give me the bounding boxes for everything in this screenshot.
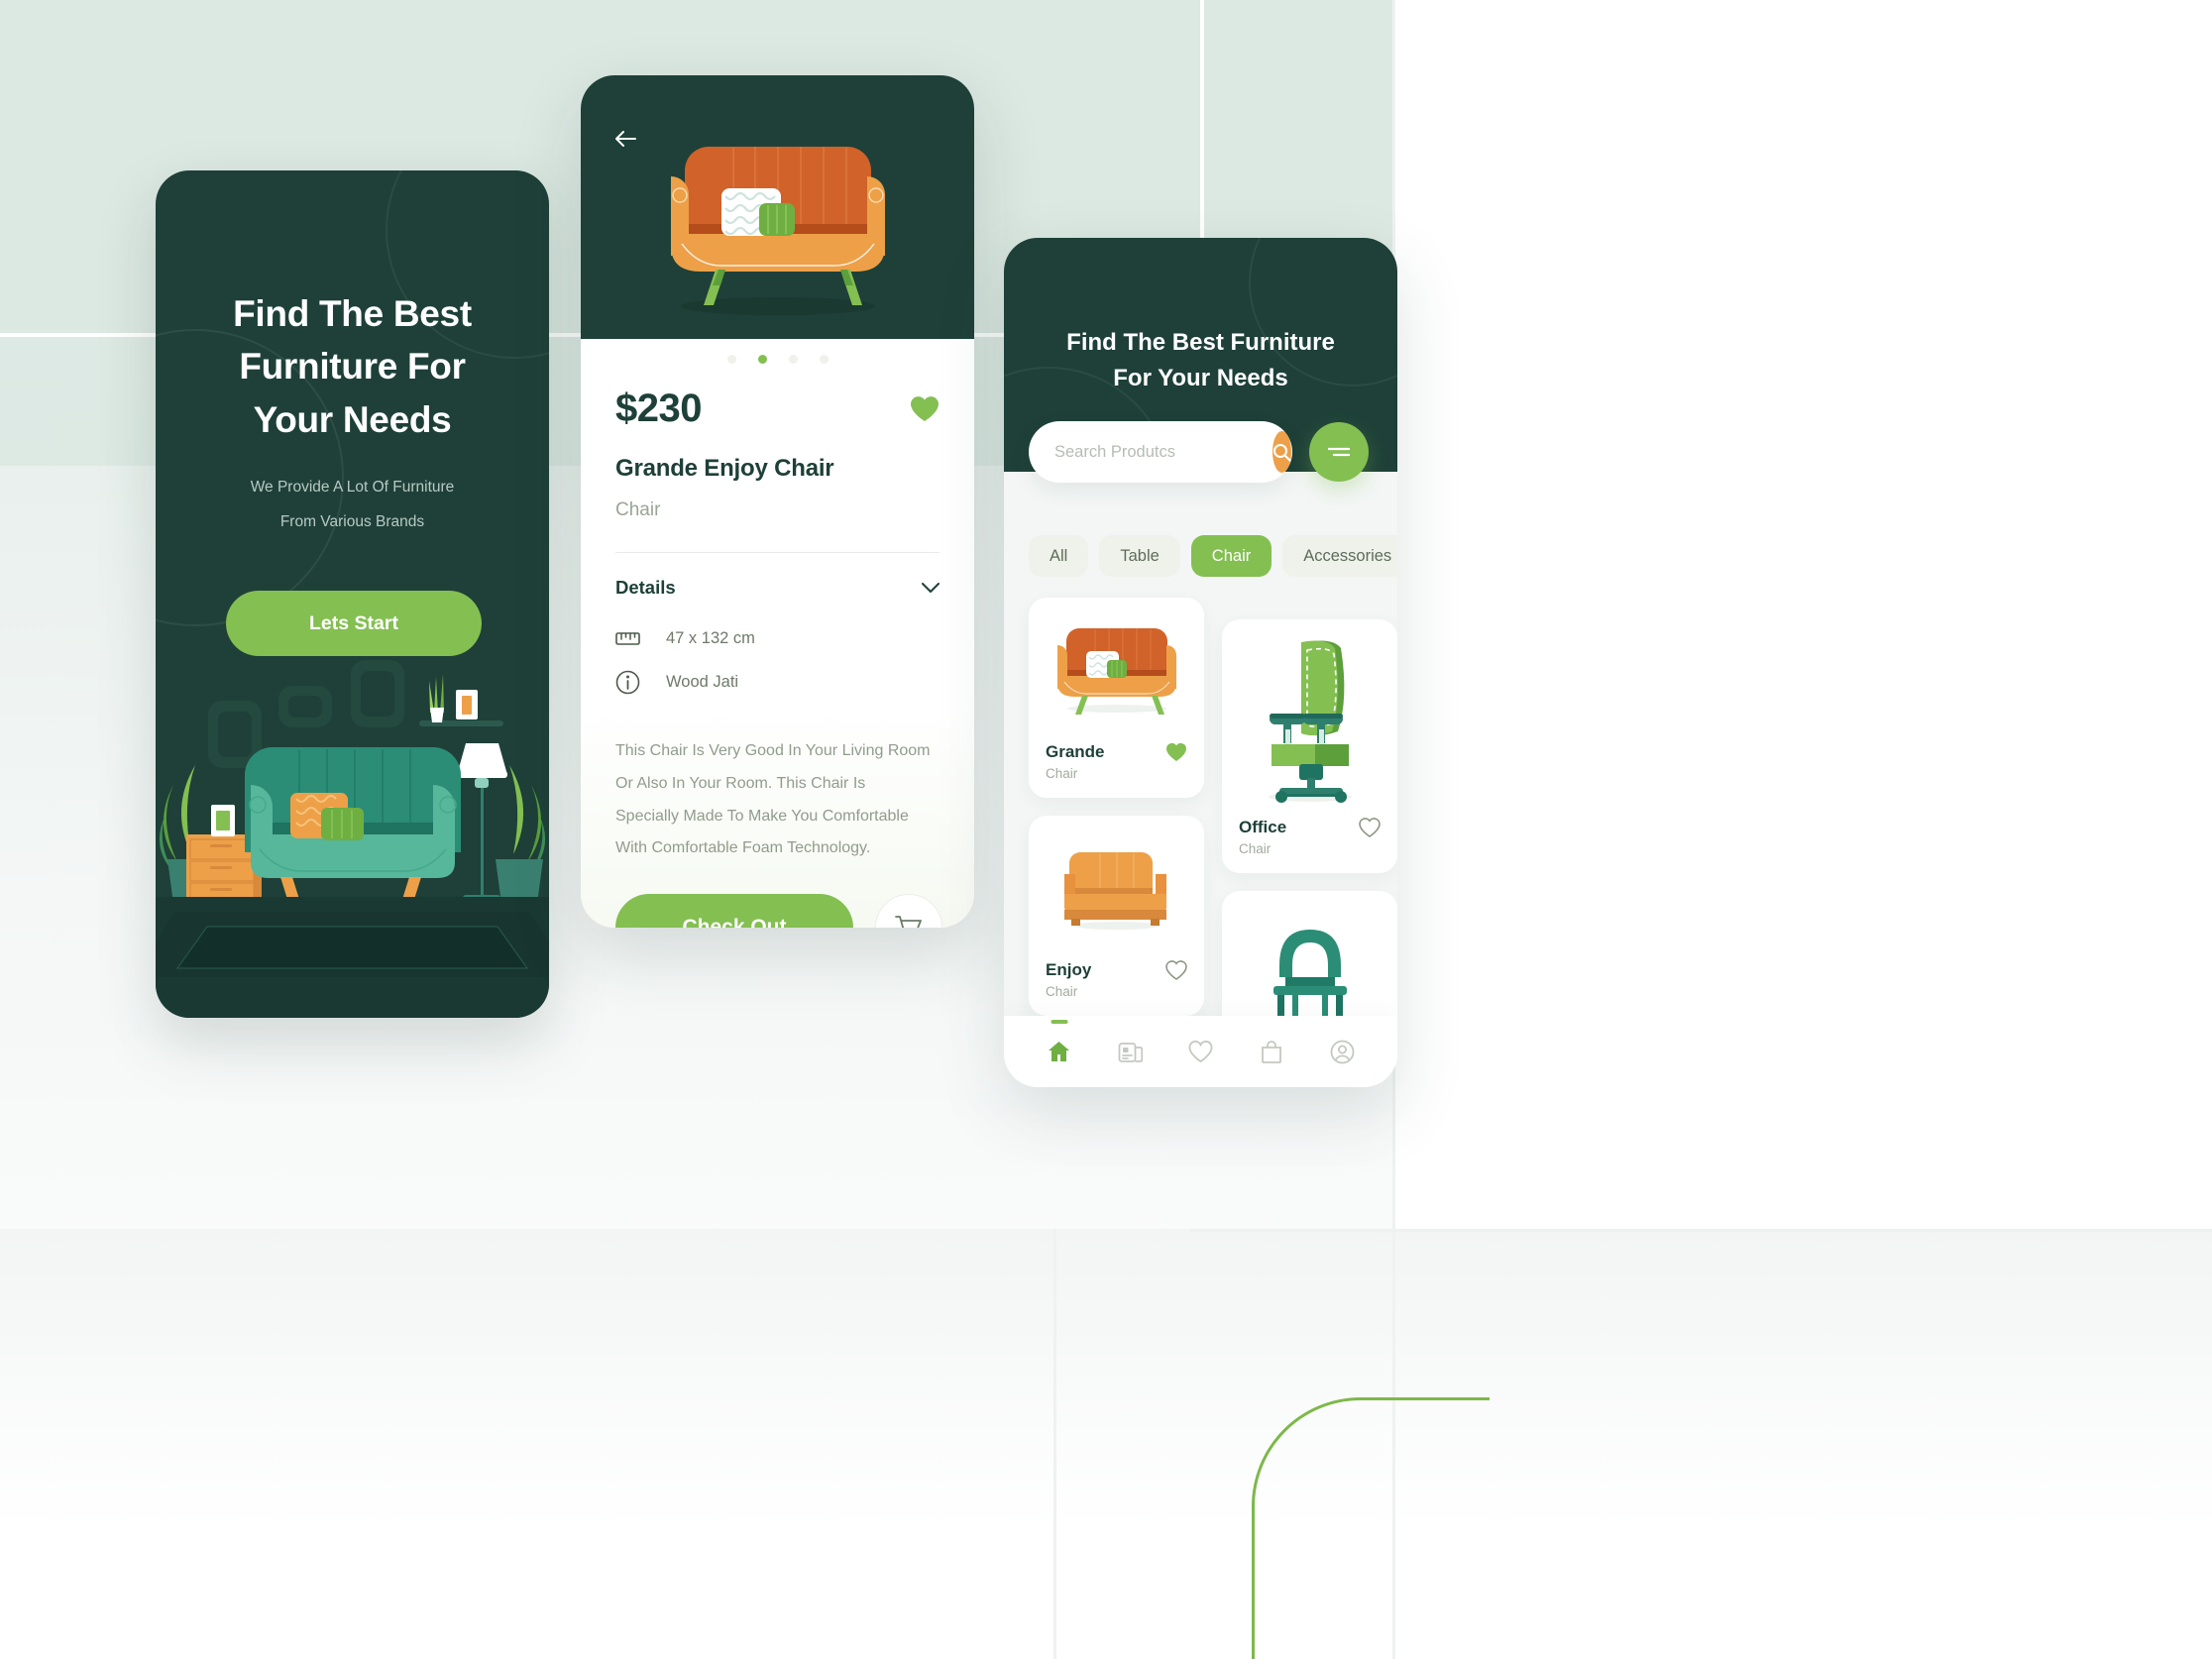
heart-outline-icon[interactable] [1165, 960, 1187, 980]
product-column-left: Grande Chair Enjoy Chair [1029, 598, 1204, 1085]
product-category: Chair [1239, 841, 1272, 856]
heart-icon [1188, 1040, 1213, 1062]
product-card-enjoy[interactable]: Enjoy Chair [1029, 816, 1204, 1016]
news-icon [1118, 1042, 1143, 1062]
product-detail-body: $230 Grande Enjoy Chair Chair Details 47… [581, 339, 974, 928]
chevron-down-icon [922, 582, 940, 593]
carousel-dot[interactable] [819, 355, 829, 364]
filter-icon [1327, 447, 1351, 457]
heart-filled-icon[interactable] [1165, 742, 1187, 762]
chip-table[interactable]: Table [1099, 535, 1180, 577]
title-line: Find The Best [233, 293, 472, 334]
onboarding-screen: Find The Best Furniture For Your Needs W… [156, 170, 549, 1018]
nav-favorites[interactable] [1179, 1031, 1221, 1072]
onboarding-header: Find The Best Furniture For Your Needs W… [156, 287, 549, 540]
title-line: Your Needs [253, 398, 452, 440]
add-to-cart-button[interactable] [875, 894, 942, 928]
product-name: Enjoy [1046, 960, 1092, 979]
product-category: Chair [1046, 766, 1078, 781]
carousel-dot-active[interactable] [757, 355, 767, 364]
search-icon [1273, 443, 1291, 461]
nav-news[interactable] [1109, 1031, 1151, 1072]
divider [615, 552, 940, 553]
spec-text: Wood Jati [666, 673, 739, 691]
spec-dimensions: 47 x 132 cm [615, 629, 755, 648]
product-name: Grande Enjoy Chair [615, 455, 834, 482]
profile-icon [1330, 1040, 1355, 1063]
heart-filled-icon[interactable] [910, 395, 940, 422]
detail-actions: Check Out [615, 894, 942, 928]
search-input[interactable] [1054, 442, 1272, 462]
carousel-dots[interactable] [581, 355, 974, 364]
arrow-left-icon [615, 131, 636, 147]
back-button[interactable] [607, 120, 644, 158]
product-card-grande[interactable]: Grande Chair [1029, 598, 1204, 798]
category-chips: All Table Chair Accessories Cupboard [1029, 535, 1397, 577]
heart-outline-icon[interactable] [1359, 818, 1381, 837]
chip-accessories[interactable]: Accessories [1282, 535, 1397, 577]
spec-material: Wood Jati [615, 670, 738, 695]
product-name: Grande [1046, 742, 1105, 761]
carousel-dot[interactable] [788, 355, 798, 364]
product-card-footer: Grande Chair [1029, 738, 1204, 798]
product-image [1222, 619, 1397, 814]
office-chair-illustration [1268, 640, 1352, 803]
armchair-orange-illustration [1063, 852, 1166, 930]
spec-text: 47 x 132 cm [666, 629, 755, 647]
sofa-orange-illustration [1056, 628, 1176, 715]
product-description: This Chair Is Very Good In Your Living R… [615, 742, 931, 857]
product-detail-screen: $230 Grande Enjoy Chair Chair Details 47… [581, 75, 974, 928]
page-title: Find The Best Furniture For Your Needs [156, 287, 549, 446]
nav-profile[interactable] [1321, 1031, 1363, 1072]
onboarding-subtitle: We Provide A Lot Of Furniture From Vario… [156, 470, 549, 540]
subtitle-line: From Various Brands [279, 513, 425, 531]
product-card-footer: Office Chair [1222, 814, 1397, 873]
active-indicator [1051, 1020, 1068, 1024]
title-line: For Your Needs [1113, 365, 1288, 392]
filter-button[interactable] [1309, 422, 1369, 482]
search-row [1029, 421, 1369, 483]
bag-icon [1261, 1041, 1281, 1063]
product-card-footer: Enjoy Chair [1029, 956, 1204, 1016]
product-price: $230 [615, 387, 702, 430]
background-bottom-gradient [0, 1229, 2212, 1659]
ruler-icon [615, 632, 640, 645]
shopping-cart-icon [895, 916, 922, 928]
background-divider-vertical-2 [1053, 1229, 1056, 1659]
details-label: Details [615, 577, 676, 598]
sofa-illustration [670, 147, 885, 315]
search-bar[interactable] [1029, 421, 1292, 483]
chip-all[interactable]: All [1029, 535, 1089, 577]
info-icon [615, 670, 640, 695]
details-accordion[interactable]: Details [615, 577, 940, 599]
product-category: Chair [615, 499, 661, 520]
nav-home[interactable] [1039, 1020, 1080, 1072]
home-icon [1049, 1042, 1070, 1061]
product-grid: Grande Chair Enjoy Chair Office Chair [1029, 598, 1397, 1085]
product-hero [581, 75, 974, 339]
product-card-office[interactable]: Office Chair [1222, 619, 1397, 873]
check-out-button[interactable]: Check Out [615, 894, 853, 928]
carousel-dot[interactable] [726, 355, 736, 364]
page-title: Find The Best Furniture For Your Needs [1004, 325, 1397, 397]
living-room-illustration [156, 660, 549, 1018]
background-divider-horizontal [1189, 1229, 2212, 1232]
nav-bag[interactable] [1251, 1031, 1292, 1072]
title-line: Furniture For [239, 346, 466, 387]
background-accent-curve [1252, 1397, 1490, 1659]
product-name: Office [1239, 818, 1287, 836]
product-image [1029, 598, 1204, 738]
chip-chair[interactable]: Chair [1190, 535, 1272, 577]
home-screen: Find The Best Furniture For Your Needs A… [1004, 238, 1397, 1087]
product-category: Chair [1046, 984, 1078, 999]
bottom-navigation [1004, 1016, 1397, 1087]
search-button[interactable] [1272, 431, 1291, 473]
title-line: Find The Best Furniture [1066, 329, 1335, 356]
product-image [1029, 816, 1204, 956]
subtitle-line: We Provide A Lot Of Furniture [250, 478, 455, 496]
price-row: $230 [615, 387, 940, 431]
